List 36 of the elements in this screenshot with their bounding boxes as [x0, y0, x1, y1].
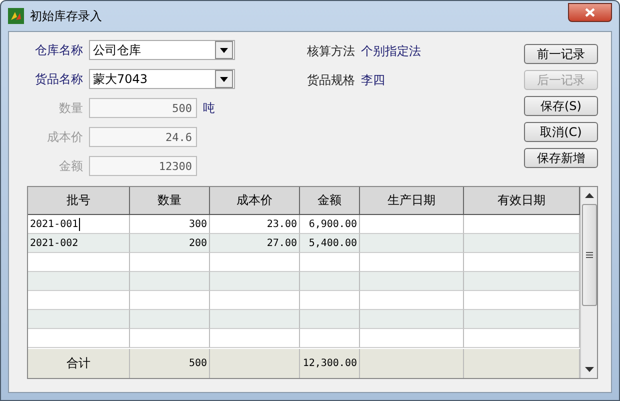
window-title: 初始库存录入	[30, 8, 103, 24]
action-button[interactable]: 取消(C)	[524, 122, 598, 142]
info-value: 李四	[361, 72, 385, 89]
empty-cell	[300, 329, 360, 348]
dropdown[interactable]: 公司仓库	[89, 40, 235, 60]
action-button[interactable]: 前一记录	[524, 44, 598, 64]
table-cell: 12,300.00	[300, 349, 360, 378]
close-button[interactable]	[568, 2, 612, 22]
field-label: 仓库名称	[34, 42, 83, 58]
scroll-down-icon[interactable]	[584, 367, 594, 372]
table-cell: 2021-002	[28, 234, 130, 253]
info-value: 个别指定法	[361, 43, 421, 60]
field-label: 成本价	[46, 128, 83, 146]
info-label: 货品规格	[307, 72, 355, 89]
field-label: 货品名称	[34, 70, 83, 88]
close-icon	[585, 8, 595, 16]
scrollbar-thumb[interactable]	[582, 204, 596, 306]
action-button[interactable]: 保存新增	[524, 148, 598, 168]
info-label: 核算方法	[307, 43, 355, 60]
column-header[interactable]: 成本价	[210, 187, 300, 214]
total-label: 合计	[28, 349, 130, 378]
column-header[interactable]: 数量	[130, 187, 210, 214]
field-label: 数量	[58, 100, 83, 116]
app-icon	[8, 8, 24, 24]
scroll-up-icon[interactable]	[584, 193, 594, 198]
column-header[interactable]: 生产日期	[360, 187, 464, 214]
table-cell: 200	[130, 234, 210, 253]
dropdown[interactable]: 蒙大7043	[89, 69, 235, 89]
table-cell: 500	[130, 349, 210, 378]
table-cell: 5,400.00	[300, 234, 360, 253]
column-header[interactable]: 金额	[300, 187, 360, 214]
table-cell: 27.00	[210, 234, 300, 253]
field-label: 金额	[58, 158, 83, 174]
column-header[interactable]: 批号	[28, 187, 130, 214]
action-button[interactable]: 保存(S)	[524, 96, 598, 116]
unit-label: 吨	[203, 100, 215, 116]
